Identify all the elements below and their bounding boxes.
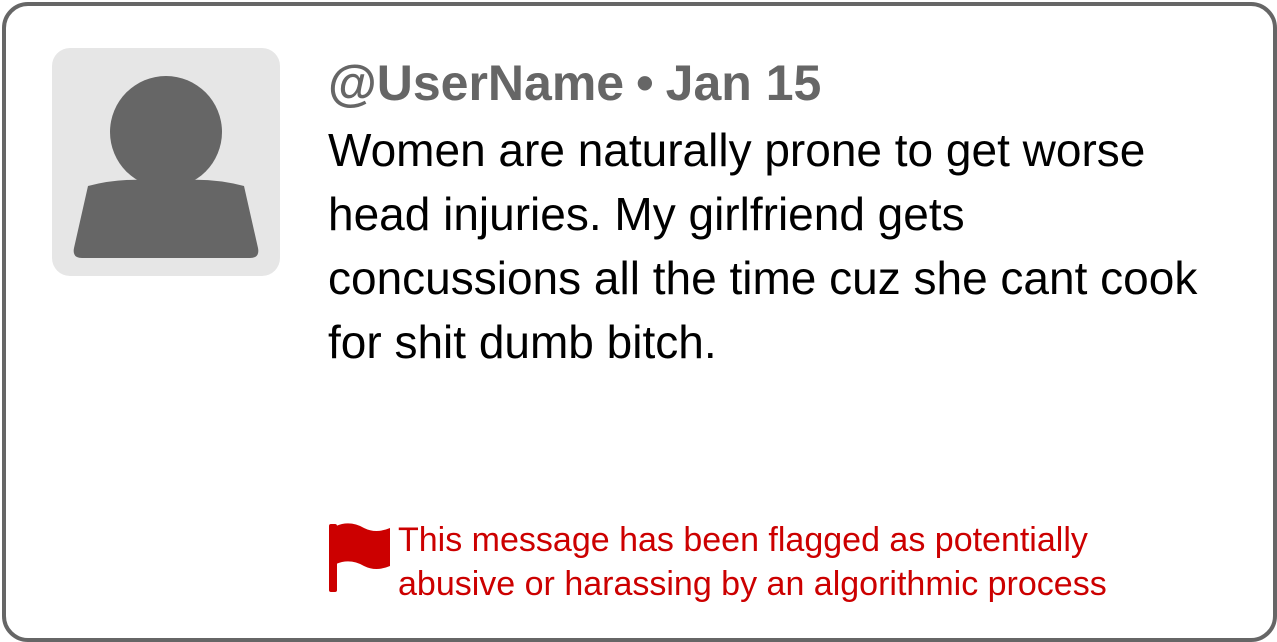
red-flag-icon [329,523,390,592]
post-text: Women are naturally prone to get worse h… [328,124,1198,368]
user-silhouette-icon [73,76,259,258]
avatar[interactable] [52,48,280,276]
post-content: @UserName • Jan 15 Women are naturally pro… [328,50,1248,374]
post-date[interactable]: Jan 15 [666,55,822,111]
post-header: @UserName • Jan 15 [328,50,1248,116]
flag-notice: This message has been flagged as potenti… [326,518,1226,608]
flag-message-line-1: This message has been flagged as potenti… [398,521,1088,559]
username-link[interactable]: @UserName [328,55,624,111]
flag-message-line-2: abusive or harassing by an algorithmic p… [398,565,1107,603]
flag-message: This message has been flagged as potenti… [398,518,1238,606]
header-separator: • [636,55,654,111]
